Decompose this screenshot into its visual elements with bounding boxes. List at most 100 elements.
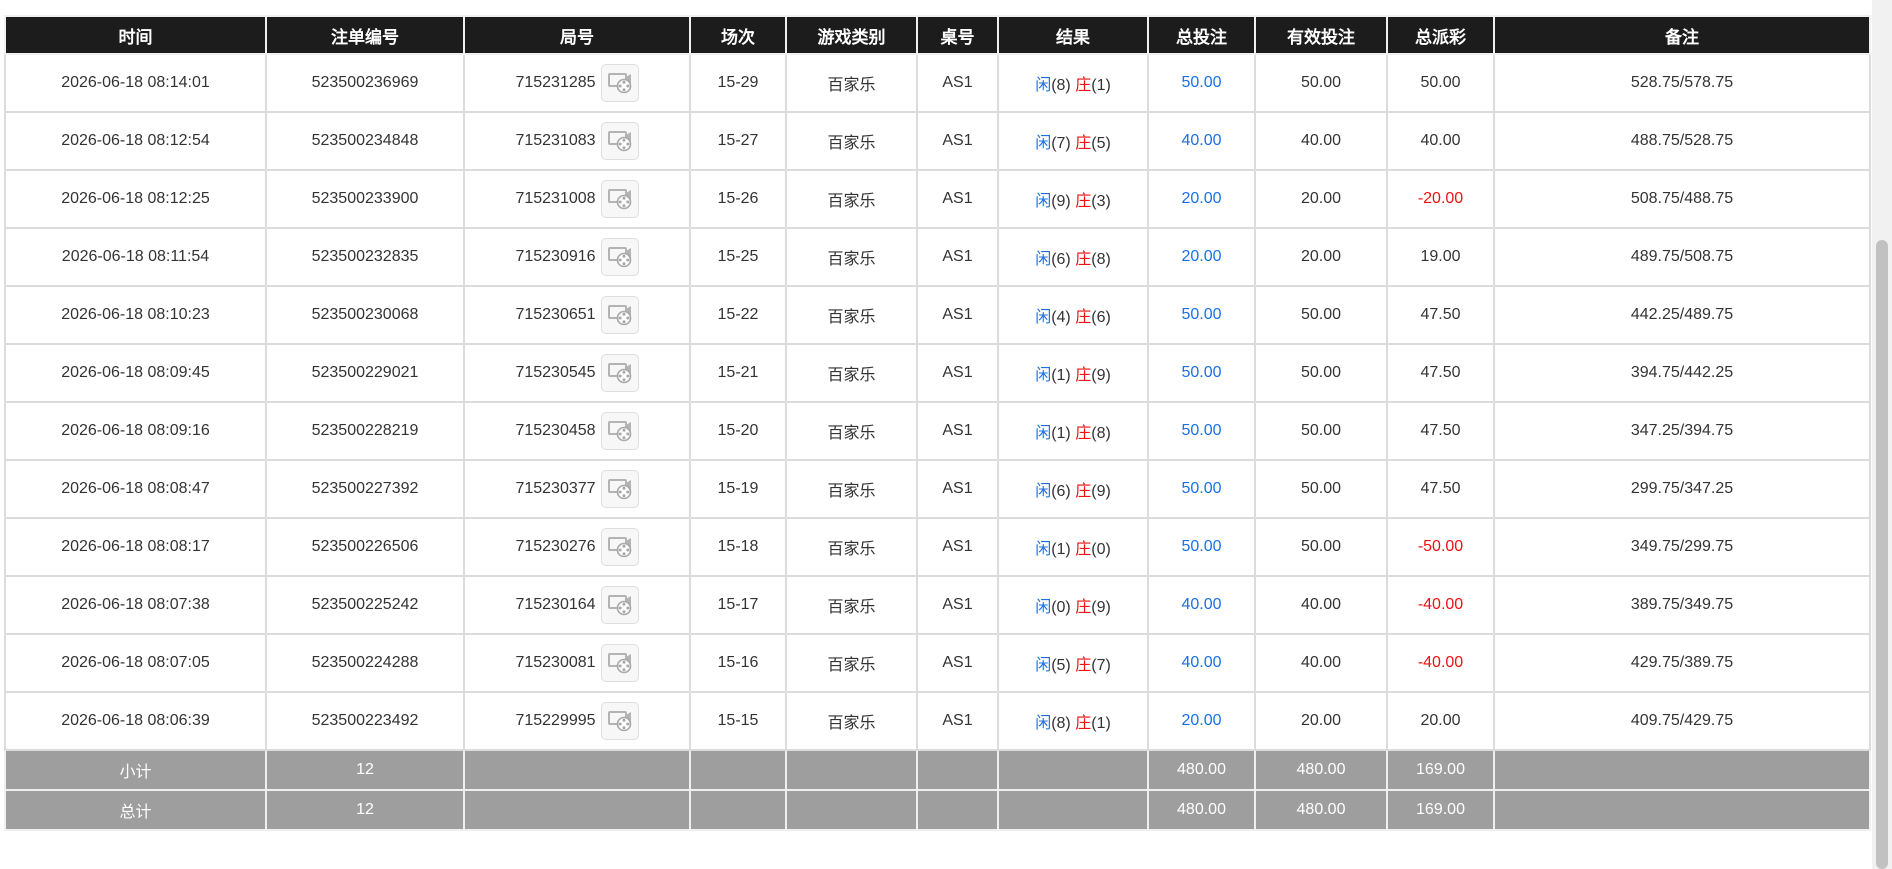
cell-time: 2026-06-18 08:11:54	[4, 227, 267, 287]
round-id-group: 715231285	[515, 64, 639, 102]
player-label: 闲	[1035, 541, 1052, 558]
cell-valid-bet: 40.00	[1254, 575, 1388, 635]
vertical-scrollbar-thumb[interactable]	[1876, 240, 1888, 869]
video-replay-button[interactable]	[600, 180, 639, 218]
banker-label: 庄	[1075, 657, 1092, 674]
cell-round-id: 715230916	[463, 227, 691, 287]
round-id-text: 715230651	[515, 306, 596, 323]
column-header-total-bet[interactable]: 总投注	[1147, 15, 1256, 55]
round-id-group: 715230081	[515, 644, 639, 682]
video-replay-icon	[606, 67, 634, 100]
round-id-text: 715231083	[515, 132, 596, 149]
cell-result: 闲(6) 庄(8)	[997, 227, 1149, 287]
cell-bet-id: 523500227392	[265, 459, 465, 519]
cell-game-type: 百家乐	[785, 285, 918, 345]
cell-total-bet: 50.00	[1147, 343, 1256, 403]
player-label: 闲	[1035, 425, 1052, 442]
cell-game-type: 百家乐	[785, 111, 918, 171]
cell-round-id: 715230081	[463, 633, 691, 693]
video-replay-button[interactable]	[600, 64, 639, 102]
column-header-shoe[interactable]: 场次	[689, 15, 787, 55]
round-id-text: 715231285	[515, 74, 596, 91]
video-replay-button[interactable]	[600, 122, 639, 160]
column-header-remark[interactable]: 备注	[1493, 15, 1871, 55]
banker-label: 庄	[1075, 193, 1092, 210]
cell-round-id: 715231285	[463, 53, 691, 113]
cell-game-type: 百家乐	[785, 459, 918, 519]
banker-label: 庄	[1075, 425, 1092, 442]
cell-payout: -40.00	[1386, 575, 1495, 635]
totals-empty-cell	[689, 749, 787, 791]
video-replay-button[interactable]	[600, 412, 639, 450]
cell-round-id: 715230164	[463, 575, 691, 635]
player-score: (6)	[1051, 251, 1071, 268]
cell-total-bet: 50.00	[1147, 517, 1256, 577]
cell-game-type: 百家乐	[785, 633, 918, 693]
cell-payout: 47.50	[1386, 401, 1495, 461]
cell-total-bet: 20.00	[1147, 227, 1256, 287]
round-id-group: 715230458	[515, 412, 639, 450]
grand-total-row: 总计 12 480.00 480.00 169.00	[4, 789, 1871, 831]
column-header-table[interactable]: 桌号	[916, 15, 999, 55]
video-replay-button[interactable]	[600, 296, 639, 334]
cell-payout: 50.00	[1386, 53, 1495, 113]
cell-game-type: 百家乐	[785, 575, 918, 635]
cell-table-id: AS1	[916, 401, 999, 461]
cell-payout: 47.50	[1386, 343, 1495, 403]
video-replay-button[interactable]	[600, 644, 639, 682]
video-replay-icon	[606, 357, 634, 390]
video-replay-button[interactable]	[600, 586, 639, 624]
column-header-round-id[interactable]: 局号	[463, 15, 691, 55]
cell-result: 闲(7) 庄(5)	[997, 111, 1149, 171]
banker-score: (3)	[1091, 193, 1111, 210]
table-row: 2026-06-18 08:06:39 523500223492 715229995…	[4, 691, 1871, 751]
totals-count: 12	[265, 749, 465, 791]
table-row: 2026-06-18 08:07:38 523500225242 715230164…	[4, 575, 1871, 635]
video-replay-button[interactable]	[600, 238, 639, 276]
banker-label: 庄	[1075, 715, 1092, 732]
table-row: 2026-06-18 08:12:25 523500233900 715231008…	[4, 169, 1871, 229]
banker-score: (9)	[1091, 367, 1111, 384]
round-id-text: 715230458	[515, 422, 596, 439]
player-label: 闲	[1035, 193, 1052, 210]
records-body: 2026-06-18 08:14:01 523500236969 715231285…	[4, 53, 1871, 751]
video-replay-icon	[606, 705, 634, 738]
bet-records-table: 时间 注单编号 局号 场次 游戏类别 桌号 结果 总投注 有效投注 总派彩 备注…	[4, 15, 1871, 831]
video-replay-icon	[606, 183, 634, 216]
cell-shoe: 15-29	[689, 53, 787, 113]
cell-valid-bet: 20.00	[1254, 227, 1388, 287]
vertical-scrollbar-track[interactable]	[1872, 0, 1892, 869]
column-header-result[interactable]: 结果	[997, 15, 1149, 55]
totals-empty-cell	[785, 789, 918, 831]
banker-label: 庄	[1075, 541, 1092, 558]
round-id-text: 715230164	[515, 596, 596, 613]
banker-score: (5)	[1091, 135, 1111, 152]
column-header-game-type[interactable]: 游戏类别	[785, 15, 918, 55]
round-id-text: 715231008	[515, 190, 596, 207]
banker-score: (1)	[1091, 715, 1111, 732]
banker-label: 庄	[1075, 135, 1092, 152]
column-header-bet-id[interactable]: 注单编号	[265, 15, 465, 55]
cell-round-id: 715230545	[463, 343, 691, 403]
video-replay-button[interactable]	[600, 470, 639, 508]
cell-shoe: 15-20	[689, 401, 787, 461]
video-replay-button[interactable]	[600, 528, 639, 566]
player-score: (1)	[1051, 541, 1071, 558]
video-replay-button[interactable]	[600, 354, 639, 392]
table-row: 2026-06-18 08:14:01 523500236969 715231285…	[4, 53, 1871, 113]
video-replay-button[interactable]	[600, 702, 639, 740]
cell-time: 2026-06-18 08:06:39	[4, 691, 267, 751]
column-header-valid-bet[interactable]: 有效投注	[1254, 15, 1388, 55]
cell-total-bet: 20.00	[1147, 691, 1256, 751]
column-header-payout[interactable]: 总派彩	[1386, 15, 1495, 55]
cell-total-bet: 50.00	[1147, 53, 1256, 113]
cell-shoe: 15-16	[689, 633, 787, 693]
cell-table-id: AS1	[916, 111, 999, 171]
column-header-time[interactable]: 时间	[4, 15, 267, 55]
cell-table-id: AS1	[916, 285, 999, 345]
table-row: 2026-06-18 08:08:17 523500226506 715230276…	[4, 517, 1871, 577]
cell-table-id: AS1	[916, 575, 999, 635]
cell-shoe: 15-25	[689, 227, 787, 287]
cell-table-id: AS1	[916, 691, 999, 751]
cell-total-bet: 40.00	[1147, 111, 1256, 171]
